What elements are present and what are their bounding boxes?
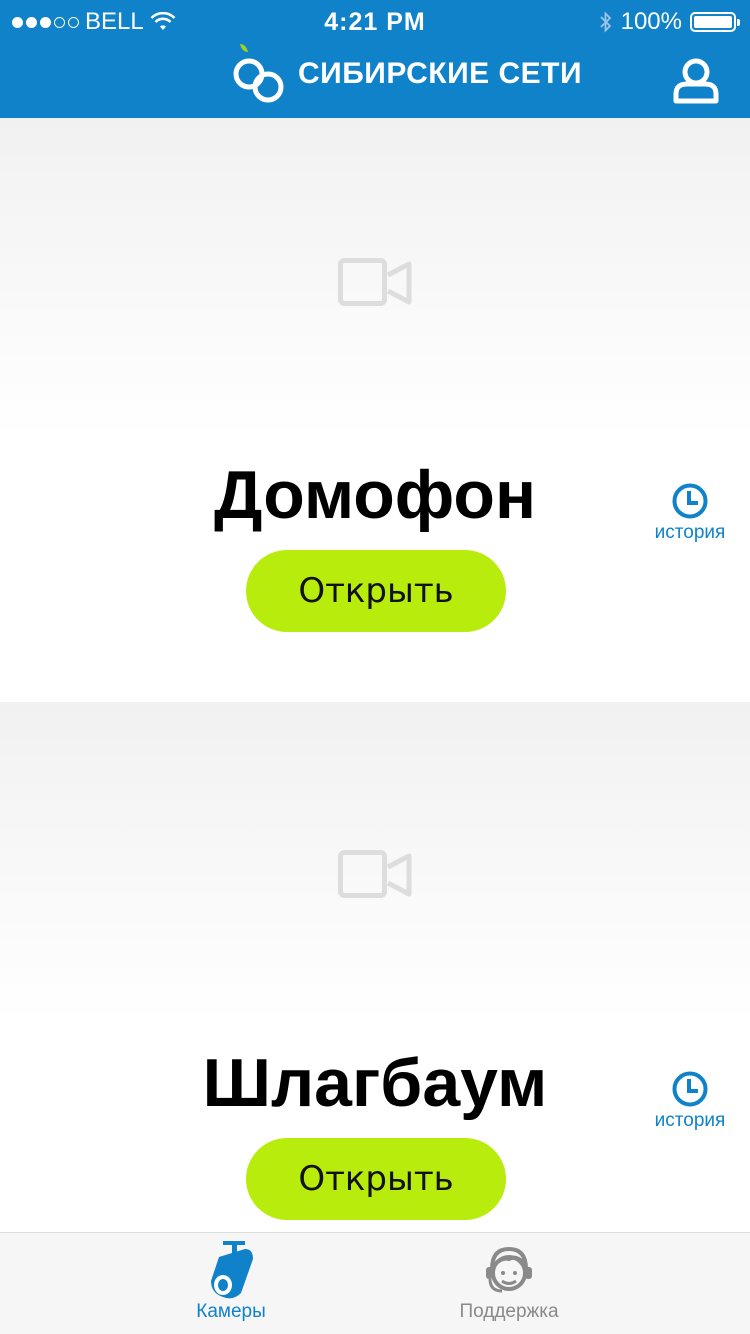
- open-button[interactable]: Открыть: [246, 550, 506, 632]
- tab-label: Камеры: [196, 1301, 266, 1322]
- logo-rings-icon: [233, 44, 284, 103]
- tab-label: Поддержка: [459, 1301, 559, 1322]
- door-title: Домофон: [213, 457, 537, 533]
- video-camera-icon: [338, 850, 412, 898]
- door-card: Домофон Открыть история: [0, 118, 750, 702]
- open-button[interactable]: Открыть: [246, 1138, 506, 1220]
- door-title: Шлагбаум: [202, 1045, 548, 1121]
- bluetooth-icon: [599, 11, 611, 33]
- top-bar: BELL 4:21 PM 100% СИБИРСКИЕ СЕТИ: [0, 0, 750, 118]
- tab-cameras[interactable]: Камеры: [156, 1239, 306, 1323]
- brand-logo: СИБИРСКИЕ СЕТИ: [232, 42, 582, 106]
- user-icon[interactable]: [672, 56, 720, 104]
- history-label: история: [654, 522, 726, 543]
- history-button[interactable]: история: [645, 482, 735, 544]
- video-camera-icon: [338, 258, 412, 306]
- door-card: Шлагбаум Открыть история: [0, 702, 750, 1286]
- tab-bar: Камеры Поддержка: [0, 1232, 750, 1334]
- history-button[interactable]: история: [645, 1070, 735, 1132]
- brand-name: СИБИРСКИЕ СЕТИ: [298, 57, 583, 90]
- battery-icon: [690, 12, 740, 32]
- battery-percent: 100%: [620, 8, 682, 35]
- status-bar: BELL 4:21 PM 100%: [0, 0, 750, 40]
- camera-icon: [211, 1241, 253, 1299]
- clock-icon: [672, 483, 708, 519]
- camera-preview[interactable]: [0, 118, 750, 438]
- support-icon: [486, 1246, 532, 1293]
- history-label: история: [654, 1110, 726, 1131]
- tab-support[interactable]: Поддержка: [434, 1239, 584, 1323]
- camera-preview[interactable]: [0, 702, 750, 1022]
- clock-icon: [672, 1071, 708, 1107]
